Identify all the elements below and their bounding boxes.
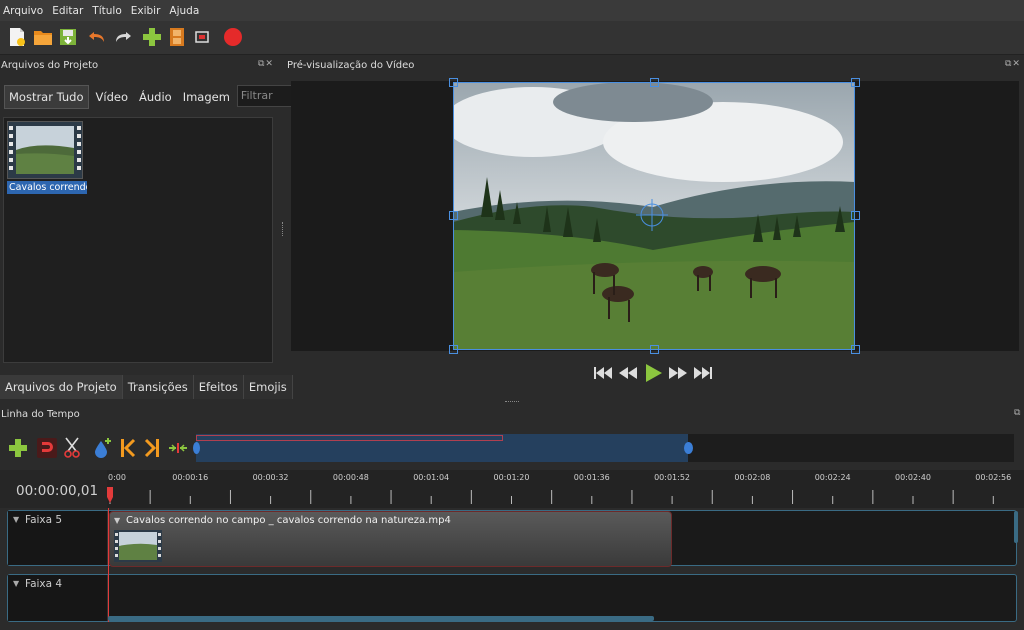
filter-image[interactable]: Imagem — [179, 85, 234, 109]
playhead-line — [108, 508, 109, 622]
transform-handle[interactable] — [449, 345, 458, 354]
save-project-icon[interactable] — [57, 26, 79, 48]
tab-transitions[interactable]: Transições — [122, 375, 194, 399]
jump-end-icon[interactable] — [693, 365, 713, 381]
clip-thumbnail — [114, 530, 162, 562]
filter-video[interactable]: Vídeo — [92, 85, 132, 109]
import-files-icon[interactable] — [141, 26, 163, 48]
splitter-handle[interactable] — [282, 222, 284, 236]
track-name: Faixa 4 — [25, 578, 63, 590]
menu-arquivo[interactable]: Arquivo — [3, 5, 43, 17]
ruler-label: 00:01:52 — [654, 473, 690, 482]
razor-scissors-icon[interactable] — [63, 437, 81, 459]
transform-handle[interactable] — [851, 345, 860, 354]
tab-project-files[interactable]: Arquivos do Projeto — [0, 375, 123, 399]
filter-input[interactable]: Filtrar — [236, 85, 299, 107]
menu-ajuda[interactable]: Ajuda — [169, 5, 199, 17]
transport-controls — [593, 363, 713, 383]
ruler-label: 00:02:08 — [734, 473, 770, 482]
ruler-label: 00:00:48 — [333, 473, 369, 482]
fullscreen-icon[interactable] — [191, 26, 213, 48]
bottom-tabs: Arquivos do Projeto Transições Efeitos E… — [0, 375, 293, 399]
track-faixa-4[interactable]: ▼ Faixa 4 — [7, 574, 1017, 622]
timeline-horizontal-scrollbar[interactable] — [108, 616, 654, 621]
file-filter-tabs: Mostrar Tudo Vídeo Áudio Imagem Filtrar — [4, 85, 299, 109]
track-header: ▼ Faixa 5 — [8, 511, 108, 565]
tab-effects[interactable]: Efeitos — [193, 375, 244, 399]
previous-marker-icon[interactable] — [120, 438, 136, 458]
ruler-label: 00:00:32 — [253, 473, 289, 482]
center-playhead-icon[interactable] — [168, 442, 188, 454]
file-label[interactable]: Cavalos correndo no campo _ cavalos corr… — [7, 181, 87, 194]
rewind-icon[interactable] — [618, 365, 638, 381]
ruler-label: 00:01:20 — [494, 473, 530, 482]
ruler-label: 00:02:40 — [895, 473, 931, 482]
ruler-label: 00:01:04 — [413, 473, 449, 482]
preview-float-close-icon[interactable]: ⧉✕ — [1005, 59, 1021, 69]
track-name: Faixa 5 — [25, 514, 63, 526]
undo-icon[interactable] — [86, 26, 108, 48]
project-files-list: Cavalos correndo no campo _ cavalos corr… — [3, 117, 273, 363]
splitter-handle[interactable] — [505, 401, 519, 402]
redo-icon[interactable] — [112, 26, 134, 48]
filter-show-all[interactable]: Mostrar Tudo — [4, 85, 89, 109]
next-marker-icon[interactable] — [144, 438, 160, 458]
toolbar — [0, 21, 1024, 55]
menu-titulo[interactable]: Título — [92, 5, 121, 17]
timecode-display: 00:00:00,01 — [16, 483, 99, 499]
profile-icon[interactable] — [166, 26, 188, 48]
menu-exibir[interactable]: Exibir — [131, 5, 161, 17]
fast-forward-icon[interactable] — [668, 365, 688, 381]
track-collapse-icon[interactable]: ▼ — [13, 515, 19, 524]
play-icon[interactable] — [643, 363, 663, 383]
ruler-label: 0:00 — [108, 473, 126, 482]
ruler-label: 00:00:16 — [172, 473, 208, 482]
preview-title: Pré-visualização do Vídeo — [287, 60, 415, 71]
clip-menu-icon[interactable]: ▼ — [114, 516, 120, 525]
zoom-clip-marker — [196, 435, 503, 441]
video-preview[interactable] — [291, 78, 1019, 354]
ruler-label: 00:01:36 — [574, 473, 610, 482]
open-project-icon[interactable] — [32, 26, 54, 48]
clip-title: Cavalos correndo no campo _ cavalos corr… — [126, 515, 451, 526]
ruler-label: 00:02:56 — [975, 473, 1011, 482]
zoom-handle-left[interactable] — [193, 442, 200, 454]
filter-audio[interactable]: Áudio — [135, 85, 176, 109]
export-record-icon[interactable] — [222, 26, 244, 48]
snap-magnet-icon[interactable] — [37, 438, 57, 458]
ruler-label: 00:02:24 — [815, 473, 851, 482]
zoom-handle-right[interactable] — [684, 442, 693, 454]
timeline-ruler[interactable]: 0:00 00:00:16 00:00:32 00:00:48 00:01:04 00:0… — [0, 470, 1024, 508]
transform-handle[interactable] — [449, 78, 458, 87]
transform-handle[interactable] — [449, 211, 458, 220]
transform-handle[interactable] — [851, 78, 860, 87]
timeline-title: Linha do Tempo — [1, 409, 80, 420]
transform-handle[interactable] — [650, 345, 659, 354]
timeline-float-icon[interactable]: ⧉ — [1014, 408, 1021, 418]
transform-border[interactable] — [453, 82, 855, 350]
transform-handle[interactable] — [851, 211, 860, 220]
project-files-title: Arquivos do Projeto — [1, 60, 99, 71]
panel-float-close-icon[interactable]: ⧉✕ — [258, 59, 274, 69]
menu-editar[interactable]: Editar — [52, 5, 83, 17]
playhead-marker[interactable] — [107, 487, 113, 504]
transform-handle[interactable] — [650, 78, 659, 87]
add-marker-icon[interactable] — [93, 437, 113, 459]
new-project-icon[interactable] — [6, 26, 28, 48]
tab-emojis[interactable]: Emojis — [243, 375, 293, 399]
timeline-clip[interactable]: ▼ Cavalos correndo no campo _ cavalos co… — [109, 511, 672, 567]
add-track-icon[interactable] — [8, 438, 28, 458]
timeline-vertical-scrollbar[interactable] — [1014, 511, 1018, 543]
file-thumbnail[interactable] — [7, 121, 83, 179]
menubar: Arquivo Editar Título Exibir Ajuda — [0, 0, 1024, 21]
track-collapse-icon[interactable]: ▼ — [13, 579, 19, 588]
jump-start-icon[interactable] — [593, 365, 613, 381]
track-header: ▼ Faixa 4 — [8, 575, 108, 621]
